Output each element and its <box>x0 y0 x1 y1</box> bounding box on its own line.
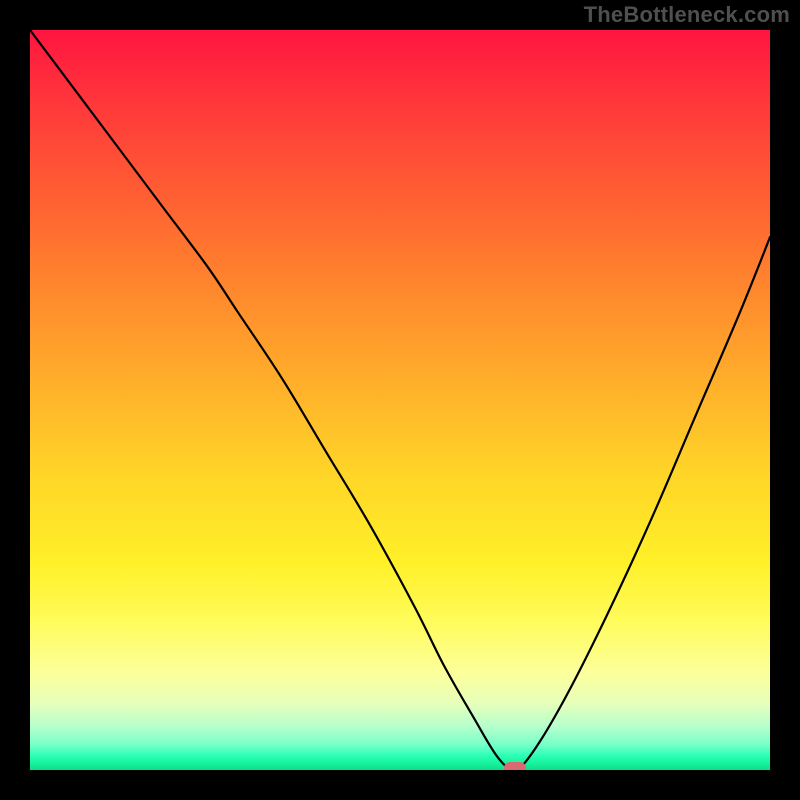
chart-frame: TheBottleneck.com <box>0 0 800 800</box>
optimal-marker <box>504 762 526 770</box>
bottleneck-curve <box>30 30 770 770</box>
plot-area <box>30 30 770 770</box>
curve-path <box>30 30 770 770</box>
watermark-label: TheBottleneck.com <box>584 2 790 28</box>
